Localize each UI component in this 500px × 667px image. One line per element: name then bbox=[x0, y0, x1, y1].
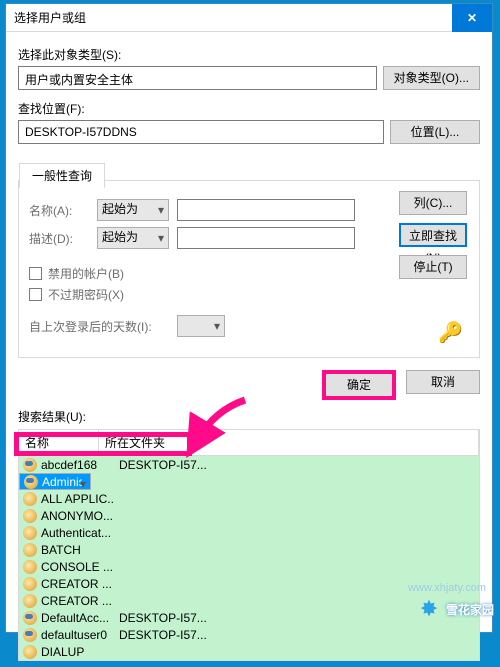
dialog-body: 选择此对象类型(S): 用户或内置安全主体 对象类型(O)... 查找位置(F)… bbox=[6, 32, 492, 667]
non-expiring-pw-label: 不过期密码(X) bbox=[48, 286, 124, 303]
snowflake-icon bbox=[418, 598, 440, 620]
results-grid: 名称 所在文件夹 abcdef168 DESKTOP-I57... Administ… bbox=[18, 429, 480, 661]
search-results-label: 搜索结果(U): bbox=[18, 408, 480, 425]
group-icon bbox=[23, 577, 37, 591]
non-expiring-pw-checkbox[interactable]: 不过期密码(X) bbox=[29, 286, 469, 303]
action-row: 确定 取消 bbox=[18, 370, 480, 400]
group-icon bbox=[23, 645, 37, 659]
object-type-value: 用户或内置安全主体 bbox=[25, 73, 133, 87]
columns-button[interactable]: 列(C)... bbox=[399, 191, 467, 215]
checkbox-icon bbox=[29, 288, 42, 301]
object-type-field: 用户或内置安全主体 bbox=[18, 66, 377, 90]
locations-button[interactable]: 位置(L)... bbox=[390, 120, 480, 144]
user-icon bbox=[24, 475, 38, 489]
name-input[interactable] bbox=[177, 199, 355, 221]
object-types-button[interactable]: 对象类型(O)... bbox=[383, 66, 480, 90]
ok-button[interactable]: 确定 bbox=[322, 370, 396, 400]
location-value: DESKTOP-I57DDNS bbox=[25, 125, 137, 139]
user-icon bbox=[23, 628, 37, 642]
user-icon bbox=[23, 611, 37, 625]
column-name[interactable]: 名称 bbox=[19, 430, 99, 455]
table-row[interactable]: Authenticat... bbox=[19, 524, 479, 541]
days-select[interactable] bbox=[177, 315, 225, 337]
row-name: Administrat... bbox=[42, 475, 82, 489]
row-name: Authenticat... bbox=[41, 526, 115, 540]
table-row[interactable]: DIALUP bbox=[19, 643, 479, 660]
desc-input[interactable] bbox=[177, 227, 355, 249]
dialog-window: 选择用户或组 ✕ 选择此对象类型(S): 用户或内置安全主体 对象类型(O)..… bbox=[5, 3, 493, 633]
side-buttons: 列(C)... 立即查找(N) 停止(T) bbox=[399, 191, 467, 279]
watermark-text: 雪花家园 bbox=[446, 601, 494, 618]
location-label: 查找位置(F): bbox=[18, 100, 480, 117]
row-name: ALL APPLIC... bbox=[41, 492, 115, 506]
row-name: CREATOR ... bbox=[41, 594, 115, 608]
group-icon bbox=[23, 509, 37, 523]
close-button[interactable]: ✕ bbox=[452, 4, 492, 32]
name-mode-select[interactable]: 起始为 bbox=[97, 199, 169, 221]
row-name: BATCH bbox=[41, 543, 115, 557]
query-panel: 一般性查询 列(C)... 立即查找(N) 停止(T) 名称(A): 起始为 描… bbox=[18, 180, 480, 358]
watermark: 雪花家园 bbox=[418, 598, 494, 620]
object-type-label: 选择此对象类型(S): bbox=[18, 46, 480, 63]
name-label: 名称(A): bbox=[29, 202, 89, 219]
name-mode-value: 起始为 bbox=[102, 202, 138, 216]
desc-label: 描述(D): bbox=[29, 230, 89, 247]
table-row[interactable]: abcdef168 DESKTOP-I57... bbox=[19, 456, 479, 473]
watermark-url: www.xhjaty.com bbox=[408, 582, 486, 594]
window-title: 选择用户或组 bbox=[14, 9, 86, 26]
desc-mode-value: 起始为 bbox=[102, 230, 138, 244]
group-icon bbox=[23, 594, 37, 608]
grid-header: 名称 所在文件夹 bbox=[19, 430, 479, 456]
group-icon bbox=[23, 492, 37, 506]
table-row[interactable]: CREATOR ... bbox=[19, 592, 479, 609]
title-bar[interactable]: 选择用户或组 ✕ bbox=[6, 4, 492, 32]
stop-button[interactable]: 停止(T) bbox=[399, 255, 467, 279]
row-name: CREATOR ... bbox=[41, 577, 115, 591]
row-folder: DESKTOP-I57... bbox=[119, 458, 479, 472]
group-icon bbox=[23, 526, 37, 540]
grid-body: abcdef168DESKTOP-I57...Administrat...DES… bbox=[19, 456, 479, 660]
location-field: DESKTOP-I57DDNS bbox=[18, 120, 384, 144]
row-name: DIALUP bbox=[41, 645, 115, 659]
table-row[interactable]: defaultuser0 DESKTOP-I57... bbox=[19, 626, 479, 643]
user-icon bbox=[23, 458, 37, 472]
close-icon: ✕ bbox=[467, 11, 477, 25]
tab-common-queries[interactable]: 一般性查询 bbox=[19, 163, 105, 188]
table-row[interactable]: ANONYMO... bbox=[19, 507, 479, 524]
table-row[interactable]: DefaultAcc...DESKTOP-I57... bbox=[19, 609, 479, 626]
find-now-button[interactable]: 立即查找(N) bbox=[399, 223, 467, 247]
column-folder[interactable]: 所在文件夹 bbox=[99, 430, 479, 455]
group-icon bbox=[23, 543, 37, 557]
desc-mode-select[interactable]: 起始为 bbox=[97, 227, 169, 249]
row-name: CONSOLE ... bbox=[41, 560, 115, 574]
row-name: ANONYMO... bbox=[41, 509, 115, 523]
group-icon bbox=[23, 560, 37, 574]
row-name: abcdef168 bbox=[41, 458, 115, 472]
row-name: DefaultAcc... bbox=[41, 611, 115, 625]
table-row[interactable]: CONSOLE ... bbox=[19, 558, 479, 575]
checkbox-icon bbox=[29, 267, 42, 280]
table-row[interactable]: Administrat...DESKTOP-I57... bbox=[19, 473, 91, 490]
days-since-logon-label: 自上次登录后的天数(I): bbox=[29, 318, 169, 335]
disabled-accounts-label: 禁用的帐户(B) bbox=[48, 265, 124, 282]
table-row[interactable]: BATCH bbox=[19, 541, 479, 558]
key-icon: 🔑 bbox=[438, 320, 463, 345]
cancel-button[interactable]: 取消 bbox=[406, 370, 480, 394]
row-folder: DESKTOP-I57... bbox=[119, 628, 479, 642]
row-name: defaultuser0 bbox=[41, 628, 115, 642]
table-row[interactable]: ALL APPLIC... bbox=[19, 490, 479, 507]
